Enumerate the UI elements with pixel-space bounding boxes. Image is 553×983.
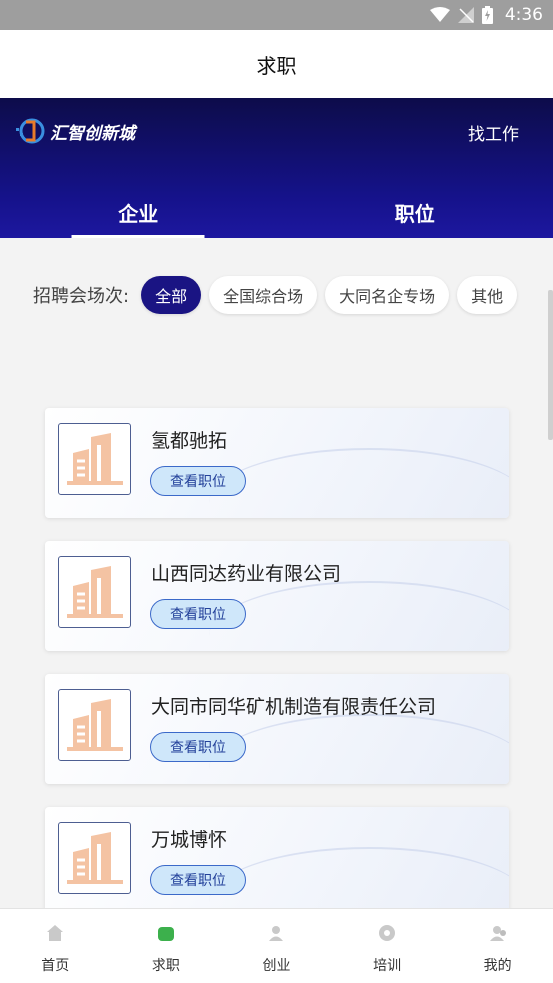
tab-company[interactable]: 企业: [0, 198, 277, 238]
brand-logo: 汇智创新城: [14, 116, 135, 146]
find-job-link[interactable]: 找工作: [468, 120, 519, 145]
wifi-icon: [429, 7, 450, 23]
company-card[interactable]: 山西同达药业有限公司 查看职位: [45, 541, 509, 651]
view-positions-button[interactable]: 查看职位: [150, 466, 246, 496]
company-card[interactable]: 氢都驰拓 查看职位: [45, 408, 509, 518]
nav-item-training[interactable]: 培训: [332, 909, 443, 983]
job-icon: [156, 923, 176, 943]
nav-label: 求职: [151, 958, 180, 974]
company-card[interactable]: 大同市同华矿机制造有限责任公司 查看职位: [45, 674, 509, 784]
fair-session-filter: 招聘会场次: 全部 全国综合场 大同名企专场 其他: [33, 276, 533, 314]
company-list: 氢都驰拓 查看职位 山西同达药业有限公司 查看职位 大同市同华矿机制造有限责任公…: [45, 408, 509, 940]
battery-charging-icon: [481, 6, 493, 24]
filter-chip-datong[interactable]: 大同名企专场: [325, 276, 450, 314]
bottom-nav: 首页 求职 创业 培训 我的: [0, 908, 553, 983]
clock: 4:36: [504, 5, 543, 25]
nav-label: 首页: [41, 958, 70, 974]
view-positions-button[interactable]: 查看职位: [150, 865, 246, 895]
status-bar: 4:36: [0, 0, 553, 30]
company-building-icon: [58, 423, 131, 495]
company-building-icon: [58, 689, 131, 761]
view-positions-button[interactable]: 查看职位: [150, 599, 246, 629]
company-name: 万城博怀: [151, 829, 228, 851]
home-icon: [45, 923, 65, 943]
nav-item-job[interactable]: 求职: [111, 909, 222, 983]
company-card[interactable]: 万城博怀 查看职位: [45, 807, 509, 917]
company-building-icon: [58, 822, 131, 894]
nav-label: 培训: [373, 958, 402, 974]
training-icon: [377, 923, 397, 943]
page-title-bar: 求职: [0, 30, 553, 98]
page-title: 求职: [256, 53, 297, 78]
company-name: 大同市同华矿机制造有限责任公司: [151, 696, 437, 718]
logo-mark-icon: [16, 118, 45, 144]
filter-chip-other[interactable]: 其他: [457, 276, 518, 314]
company-name: 山西同达药业有限公司: [151, 563, 342, 585]
tab-position-label: 职位: [394, 202, 435, 226]
tab-position[interactable]: 职位: [277, 198, 553, 238]
startup-icon: [266, 923, 286, 943]
tab-bar: 企业 职位: [0, 198, 553, 238]
company-building-icon: [58, 556, 131, 628]
filter-label: 招聘会场次:: [33, 286, 130, 307]
company-name: 氢都驰拓: [151, 430, 228, 452]
filter-chip-all[interactable]: 全部: [141, 276, 202, 314]
nav-item-home[interactable]: 首页: [0, 909, 111, 983]
scrollbar[interactable]: [548, 290, 553, 440]
no-signal-icon: [457, 7, 474, 23]
nav-item-profile[interactable]: 我的: [442, 909, 553, 983]
nav-item-startup[interactable]: 创业: [221, 909, 332, 983]
logo-text: 汇智创新城: [50, 123, 135, 144]
nav-label: 创业: [262, 958, 291, 974]
hero-banner: 汇智创新城 找工作 企业 职位: [0, 98, 553, 238]
profile-icon: [488, 923, 508, 943]
view-positions-button[interactable]: 查看职位: [150, 732, 246, 762]
filter-chip-national[interactable]: 全国综合场: [209, 276, 318, 314]
tab-company-label: 企业: [118, 202, 159, 226]
nav-label: 我的: [483, 958, 512, 974]
